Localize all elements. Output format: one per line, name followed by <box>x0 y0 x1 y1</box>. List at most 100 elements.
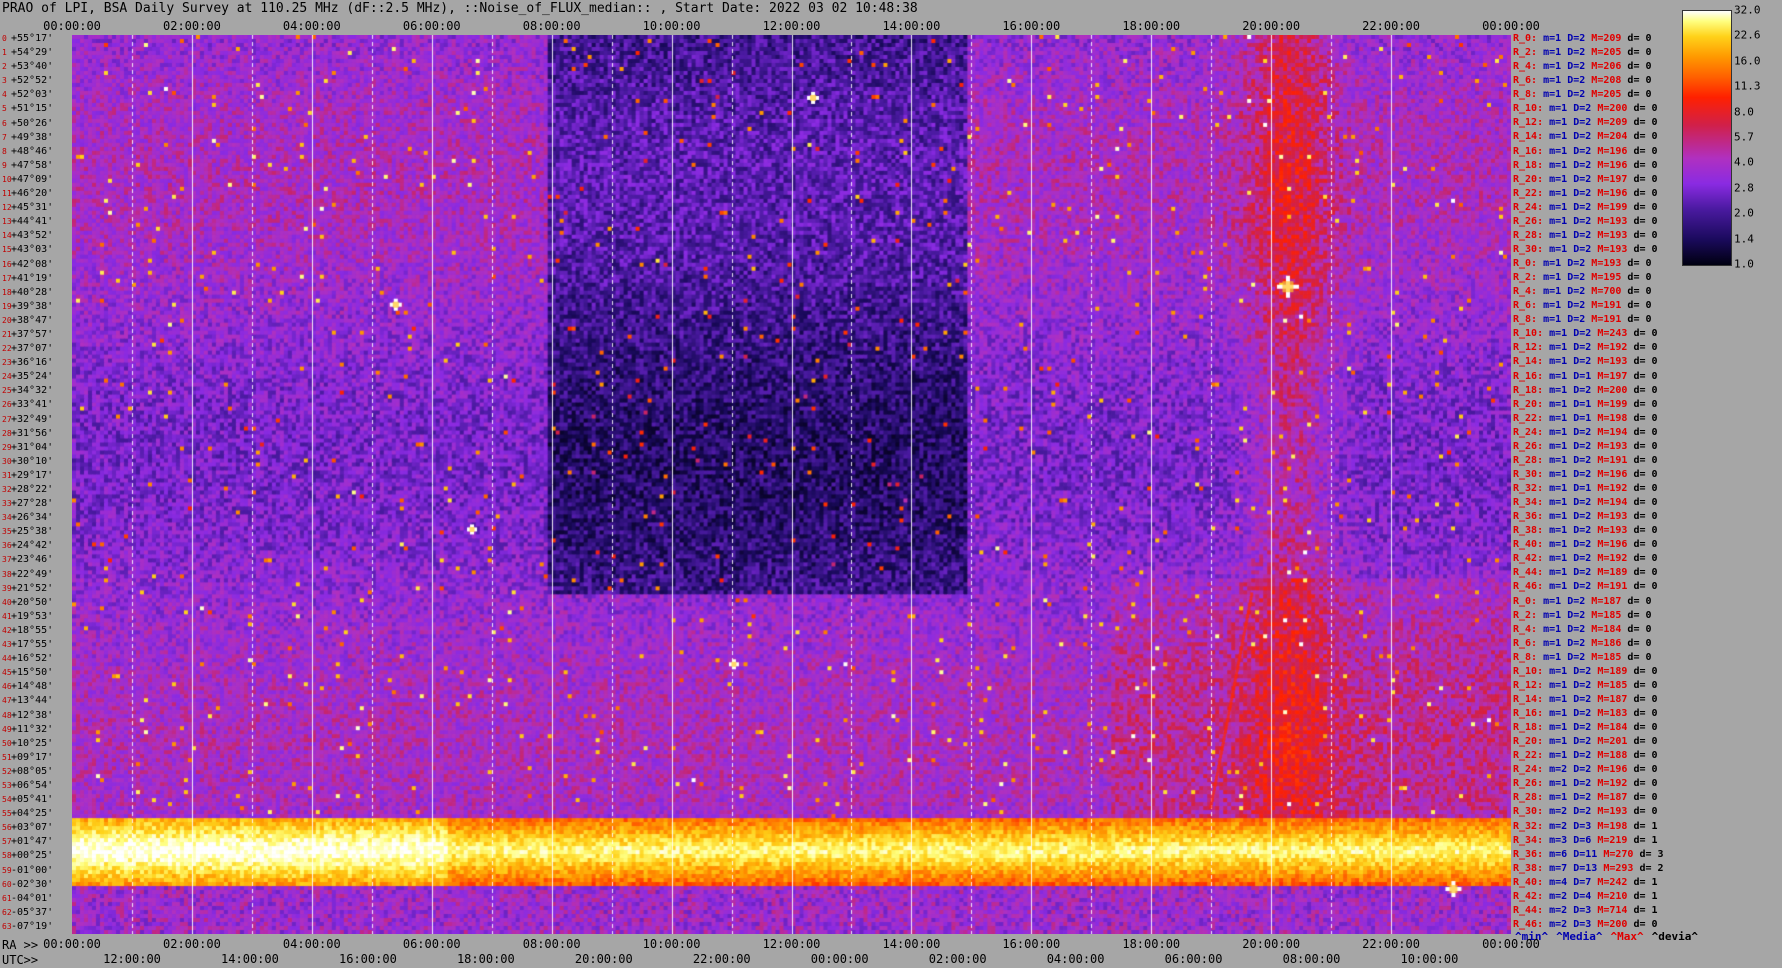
declination-label: 23+36°16' <box>2 358 53 368</box>
stats-max: M=195 <box>1585 272 1622 284</box>
stats-receiver: R_22: <box>1513 750 1544 762</box>
stats-deviation: d= 0 <box>1627 440 1658 452</box>
declination-value: +34°32' <box>11 385 54 397</box>
stats-max: M=243 <box>1591 328 1628 340</box>
stats-deviation: d= 0 <box>1627 229 1658 241</box>
stats-deviation: d= 0 <box>1627 679 1658 691</box>
stats-min: m=1 <box>1543 145 1568 157</box>
row-index: 1 <box>2 48 7 58</box>
stats-deviation: d= 0 <box>1621 286 1652 298</box>
stats-max: M=189 <box>1591 665 1628 677</box>
stats-row: R_28: m=1 D=2 M=187 d= 0 <box>1513 793 1658 803</box>
row-index: 30 <box>2 456 12 466</box>
stats-deviation: d= 0 <box>1621 89 1652 101</box>
stats-receiver: R_6: <box>1513 75 1538 87</box>
stats-min: m=1 <box>1543 412 1568 424</box>
stats-median: D=2 <box>1561 258 1586 269</box>
stats-receiver: R_28: <box>1513 454 1544 466</box>
stats-receiver: R_44: <box>1513 904 1544 916</box>
row-index: 31 <box>2 470 12 480</box>
declination-value: +00°25' <box>11 850 54 862</box>
stats-deviation: d= 0 <box>1627 356 1658 368</box>
stats-min: m=1 <box>1543 525 1568 537</box>
stats-deviation: d= 0 <box>1627 722 1658 734</box>
declination-label: 43+17°55' <box>2 640 53 650</box>
stats-row: R_26: m=1 D=2 M=192 d= 0 <box>1513 779 1658 789</box>
stats-row: R_26: m=1 D=2 M=193 d= 0 <box>1513 440 1658 452</box>
stats-deviation: d= 0 <box>1627 173 1658 185</box>
row-index: 53 <box>2 780 12 790</box>
stats-receiver: R_44: <box>1513 567 1544 579</box>
colorbar-tick: 1.4 <box>1734 232 1754 246</box>
stats-deviation: d= 3 <box>1633 848 1664 860</box>
row-index: 9 <box>2 160 7 170</box>
stats-deviation: d= 0 <box>1621 47 1652 59</box>
stats-max: M=196 <box>1591 159 1628 171</box>
colorbar-tick: 2.8 <box>1734 181 1754 195</box>
stats-row: R_38: m=7 D=13 M=293 d= 2 <box>1513 863 1664 874</box>
colorbar-tick: 2.0 <box>1734 206 1754 220</box>
stats-row: R_28: m=1 D=2 M=193 d= 0 <box>1513 229 1658 241</box>
ra-tick-label: 00:00:00 <box>43 937 101 951</box>
stats-median: D=2 <box>1567 328 1592 340</box>
stats-max: M=206 <box>1585 61 1622 73</box>
stats-max: M=700 <box>1585 286 1622 298</box>
stats-max: M=193 <box>1591 356 1628 368</box>
stats-min: m=2 <box>1543 890 1568 902</box>
declination-label: 44+16°52' <box>2 654 53 664</box>
declination-value: -04°01' <box>11 892 54 904</box>
declination-label: 11+46°20' <box>2 189 53 199</box>
top-tick-label: 08:00:00 <box>522 19 581 33</box>
declination-value: +46°20' <box>11 188 54 200</box>
stats-deviation: d= 0 <box>1627 328 1658 340</box>
stats-max: M=198 <box>1591 820 1628 832</box>
colorbar <box>1682 10 1732 266</box>
stats-median: D=2 <box>1561 272 1586 284</box>
stats-row: R_18: m=1 D=2 M=184 d= 0 <box>1513 723 1658 733</box>
declination-value: +29°17' <box>11 469 54 481</box>
stats-median: D=2 <box>1561 651 1586 663</box>
declination-label: 35+25°38' <box>2 527 53 537</box>
stats-receiver: R_28: <box>1513 792 1544 804</box>
stats-deviation: d= 0 <box>1627 117 1658 129</box>
stats-deviation: d= 0 <box>1627 468 1658 480</box>
stats-median: D=2 <box>1561 33 1586 44</box>
stats-median: D=2 <box>1567 384 1592 396</box>
row-index: 62 <box>2 907 12 917</box>
stats-receiver: R_0: <box>1513 258 1538 269</box>
stats-median: D=2 <box>1561 595 1586 607</box>
stats-column: R_0: m=1 D=2 M=209 d= 0 R_2: m=1 D=2 M=20… <box>1513 34 1688 934</box>
stats-receiver: R_8: <box>1513 651 1538 663</box>
declination-label: 18+40°28' <box>2 287 53 298</box>
stats-min: m=1 <box>1537 286 1562 298</box>
stats-deviation: d= 0 <box>1621 595 1652 607</box>
stats-median: D=2 <box>1567 722 1592 734</box>
declination-value: +20°50' <box>11 596 54 608</box>
stats-median: D=2 <box>1567 525 1592 537</box>
stats-max: M=197 <box>1591 173 1628 185</box>
row-index: 24 <box>2 372 12 382</box>
declination-label: 34+26°34' <box>2 513 53 523</box>
stats-median: D=2 <box>1561 637 1586 649</box>
stats-deviation: d= 0 <box>1627 483 1658 494</box>
stats-max: M=196 <box>1591 764 1628 776</box>
stats-row: R_42: m=2 D=4 M=210 d= 1 <box>1513 890 1658 902</box>
stats-min: m=2 <box>1543 918 1568 930</box>
declination-value: +17°55' <box>11 639 54 651</box>
declination-value: +26°34' <box>11 512 54 524</box>
declination-value: +04°25' <box>11 808 54 820</box>
declination-value: +14°48' <box>11 681 54 693</box>
stats-max: M=196 <box>1591 539 1628 551</box>
row-index: 60 <box>2 879 12 889</box>
stats-median: D=2 <box>1561 47 1586 59</box>
stats-deviation: d= 0 <box>1627 497 1658 509</box>
stats-min: m=1 <box>1543 384 1568 396</box>
stats-max: M=209 <box>1585 33 1622 44</box>
utc-tick-label: 00:00:00 <box>810 952 869 966</box>
stats-median: D=2 <box>1567 117 1592 129</box>
row-index: 45 <box>2 668 12 678</box>
stats-min: m=1 <box>1543 454 1568 466</box>
stats-receiver: R_16: <box>1513 708 1544 719</box>
stats-receiver: R_2: <box>1513 272 1538 284</box>
stats-min: m=2 <box>1543 764 1568 776</box>
